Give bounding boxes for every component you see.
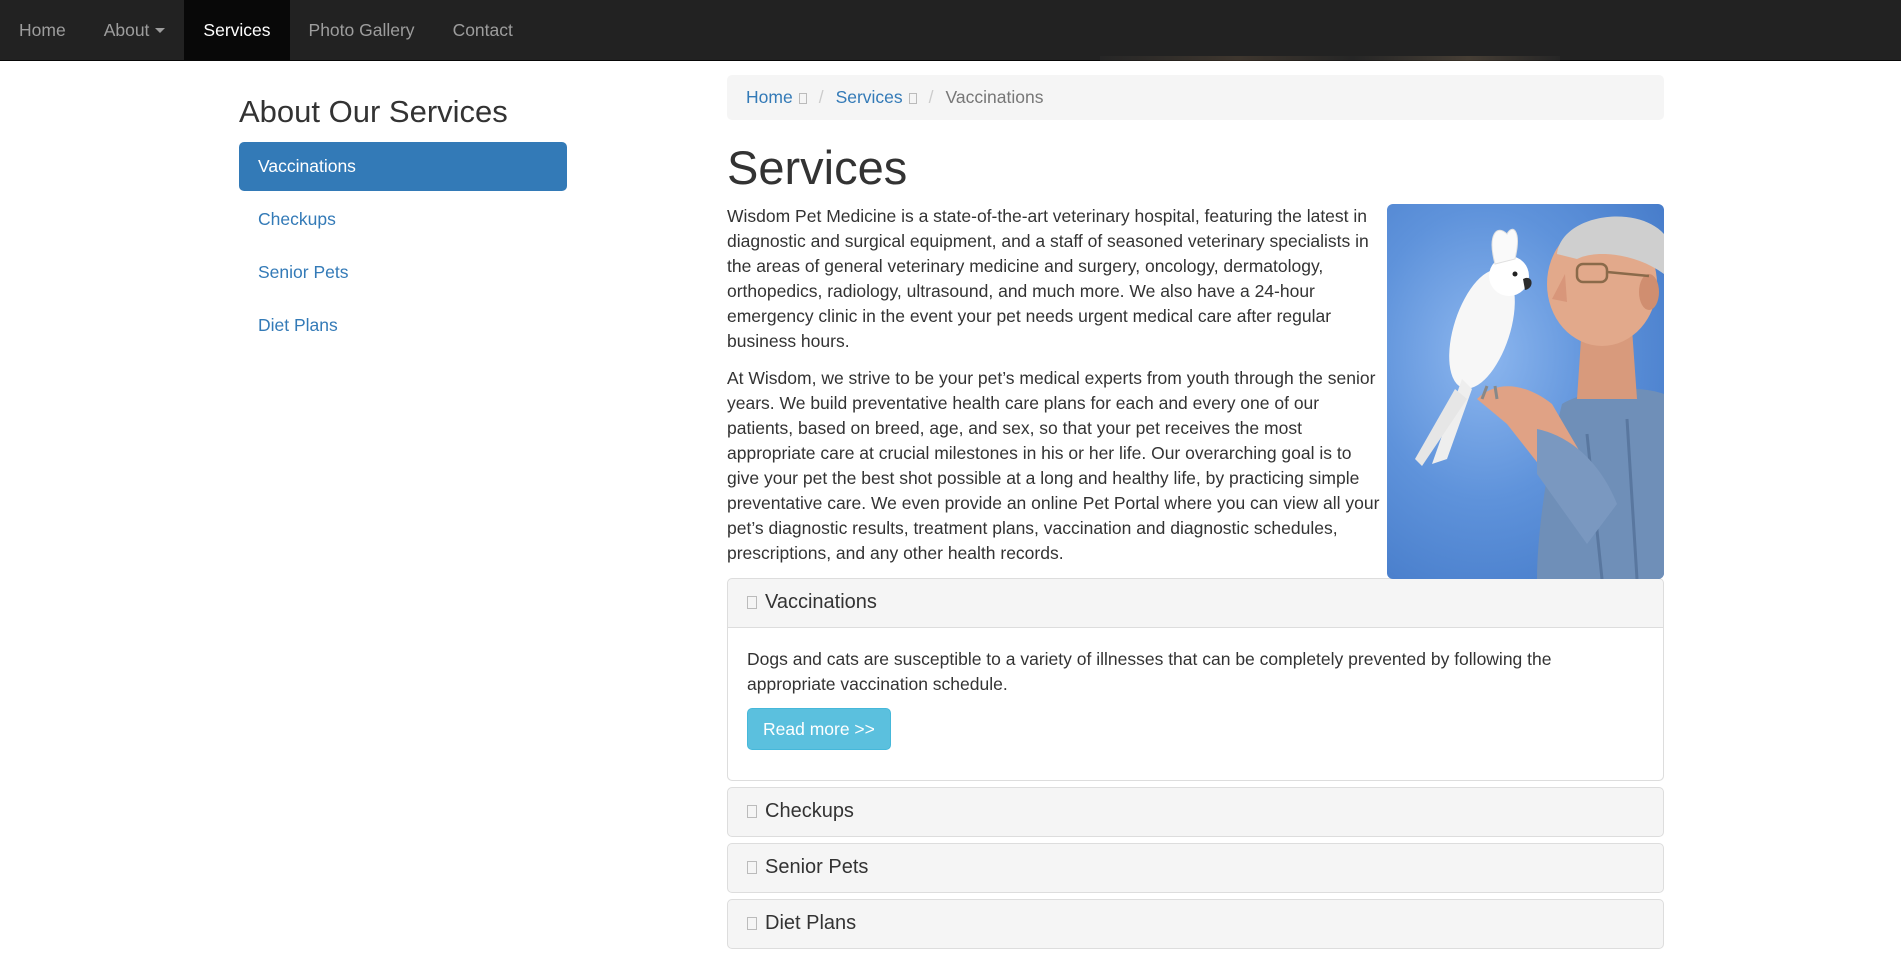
nav-about-dropdown[interactable]: About [85, 0, 185, 61]
breadcrumb-separator: / [818, 86, 824, 107]
chevron-icon [747, 596, 757, 610]
nav-services[interactable]: Services [184, 0, 290, 61]
chevron-icon [747, 861, 757, 875]
page-title: Services [727, 141, 908, 194]
accordion-title: Diet Plans [765, 912, 857, 935]
accordion-panel-checkups: Checkups [727, 786, 1664, 837]
breadcrumb-services[interactable]: Services [836, 85, 917, 110]
man-with-cockatoo-image [1387, 203, 1664, 579]
accordion-body-vaccinations: Dogs and cats are susceptible to a varie… [728, 626, 1663, 780]
accordion-panel-senior-pets: Senior Pets [727, 842, 1664, 893]
chevron-icon [747, 805, 757, 819]
accordion-title: Senior Pets [765, 856, 869, 879]
caret-down-icon [155, 28, 166, 33]
breadcrumb-separator: / [928, 86, 934, 107]
nav-contact[interactable]: Contact [434, 0, 532, 61]
breadcrumb-services-label: Services [835, 86, 903, 107]
accordion-heading-senior-pets[interactable]: Senior Pets [728, 844, 1663, 892]
nav-photo-gallery-label: Photo Gallery [308, 19, 415, 40]
sidebar-title: About Our Services [239, 94, 508, 129]
breadcrumb-home[interactable]: Home [746, 85, 807, 110]
sidebar-list: Vaccinations Checkups Senior Pets Diet P… [239, 142, 567, 350]
header-image-edge [1100, 56, 1560, 61]
sidebar-item-senior-pets[interactable]: Senior Pets [239, 247, 567, 297]
accordion-title: Checkups [765, 800, 854, 823]
sidebar-item-checkups[interactable]: Checkups [239, 194, 567, 244]
intro-paragraph-2: At Wisdom, we strive to be your pet’s me… [727, 367, 1380, 563]
nav-about-label: About [103, 19, 150, 40]
intro-section: Wisdom Pet Medicine is a state-of-the-ar… [727, 203, 1664, 579]
intro-paragraph-1: Wisdom Pet Medicine is a state-of-the-ar… [727, 205, 1369, 351]
main-nav: Home About Services Photo Gallery Contac… [0, 0, 1901, 61]
accordion-heading-checkups[interactable]: Checkups [728, 788, 1663, 836]
breadcrumb: Home / Services / Vaccinations [727, 75, 1664, 120]
chevron-icon [747, 917, 757, 931]
accordion-body-text: Dogs and cats are susceptible to a varie… [747, 648, 1552, 694]
nav-home[interactable]: Home [0, 0, 85, 61]
top-navbar: Home About Services Photo Gallery Contac… [0, 0, 1901, 61]
read-more-button[interactable]: Read more >> [747, 707, 891, 750]
main-content: Home / Services / Vaccinations Services [727, 75, 1664, 955]
sidebar-item-vaccinations[interactable]: Vaccinations [239, 142, 567, 192]
bookmark-icon [798, 92, 807, 104]
accordion-title: Vaccinations [765, 591, 877, 614]
accordion-heading-diet-plans[interactable]: Diet Plans [728, 900, 1663, 948]
accordion-panel-vaccinations: Vaccinations Dogs and cats are susceptib… [727, 577, 1664, 781]
bookmark-icon [908, 92, 917, 104]
accordion-panel-diet-plans: Diet Plans [727, 898, 1664, 949]
nav-services-label: Services [203, 19, 271, 40]
nav-contact-label: Contact [452, 19, 513, 40]
sidebar: About Our Services Vaccinations Checkups… [239, 94, 567, 353]
nav-home-label: Home [19, 19, 66, 40]
nav-photo-gallery[interactable]: Photo Gallery [290, 0, 434, 61]
sidebar-item-diet-plans[interactable]: Diet Plans [239, 300, 567, 350]
breadcrumb-current: Vaccinations [945, 86, 1044, 107]
breadcrumb-home-label: Home [746, 86, 793, 107]
accordion-heading-vaccinations[interactable]: Vaccinations [728, 579, 1663, 627]
